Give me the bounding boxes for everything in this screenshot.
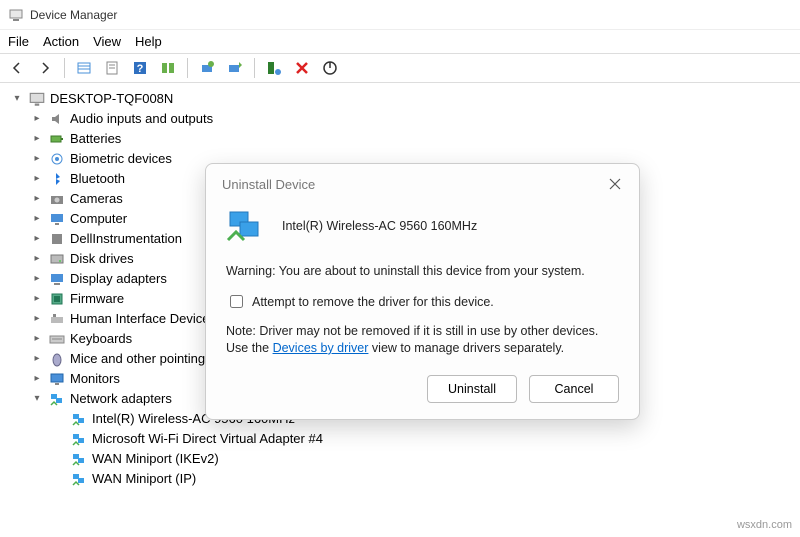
category-icon — [48, 290, 66, 308]
show-hidden-button[interactable] — [71, 56, 97, 80]
category-icon — [48, 170, 66, 188]
tree-device[interactable]: WAN Miniport (IP) — [46, 469, 800, 489]
expand-icon[interactable]: ▸ — [30, 309, 44, 329]
scan-hardware-button[interactable] — [194, 56, 220, 80]
uninstall-button[interactable]: Uninstall — [427, 375, 517, 403]
tree-root[interactable]: ▾ DESKTOP-TQF008N — [4, 89, 800, 109]
titlebar: Device Manager — [0, 0, 800, 30]
category-label: Computer — [70, 209, 127, 229]
category-label: Network adapters — [70, 389, 172, 409]
category-label: Keyboards — [70, 329, 132, 349]
window-title: Device Manager — [30, 8, 117, 22]
category-label: Bluetooth — [70, 169, 125, 189]
menu-help[interactable]: Help — [135, 34, 162, 49]
device-label: WAN Miniport (IP) — [92, 469, 196, 489]
category-label: Disk drives — [70, 249, 134, 269]
expand-icon[interactable]: ▸ — [30, 369, 44, 389]
category-label: Firmware — [70, 289, 124, 309]
collapse-icon[interactable]: ▾ — [10, 89, 24, 109]
expand-icon[interactable]: ▸ — [30, 109, 44, 129]
uninstall-device-button[interactable] — [289, 56, 315, 80]
toolbar-separator — [187, 58, 188, 78]
category-icon — [48, 130, 66, 148]
category-label: Batteries — [70, 129, 121, 149]
category-label: Audio inputs and outputs — [70, 109, 213, 129]
menu-action[interactable]: Action — [43, 34, 79, 49]
dialog-close-button[interactable] — [605, 174, 625, 194]
expand-icon[interactable]: ▾ — [30, 389, 44, 409]
watermark: wsxdn.com — [737, 519, 792, 531]
disable-device-button[interactable] — [317, 56, 343, 80]
note-suffix: view to manage drivers separately. — [368, 341, 564, 355]
menu-view[interactable]: View — [93, 34, 121, 49]
category-icon — [48, 370, 66, 388]
help-button[interactable]: ? — [127, 56, 153, 80]
category-icon — [48, 390, 66, 408]
resources-button[interactable] — [155, 56, 181, 80]
remove-driver-label: Attempt to remove the driver for this de… — [252, 295, 494, 309]
toolbar-separator — [64, 58, 65, 78]
forward-button[interactable] — [32, 56, 58, 80]
category-icon — [48, 150, 66, 168]
tree-device[interactable]: Microsoft Wi-Fi Direct Virtual Adapter #… — [46, 429, 800, 449]
category-icon — [48, 330, 66, 348]
toolbar-separator — [254, 58, 255, 78]
menubar: File Action View Help — [0, 30, 800, 53]
cancel-button[interactable]: Cancel — [529, 375, 619, 403]
network-adapter-icon — [70, 450, 88, 468]
category-label: DellInstrumentation — [70, 229, 182, 249]
tree-category[interactable]: ▸ Audio inputs and outputs — [24, 109, 800, 129]
dialog-note: Note: Driver may not be removed if it is… — [226, 323, 619, 357]
category-icon — [48, 110, 66, 128]
add-driver-button[interactable] — [261, 56, 287, 80]
category-label: Human Interface Devices — [70, 309, 216, 329]
expand-icon[interactable]: ▸ — [30, 189, 44, 209]
category-icon — [48, 230, 66, 248]
tree-category[interactable]: ▸ Batteries — [24, 129, 800, 149]
expand-icon[interactable]: ▸ — [30, 269, 44, 289]
category-icon — [48, 270, 66, 288]
network-adapter-icon — [226, 206, 266, 246]
tree-device[interactable]: WAN Miniport (IKEv2) — [46, 449, 800, 469]
uninstall-device-dialog: Uninstall Device Intel(R) Wireless-AC 95… — [205, 163, 640, 420]
expand-icon[interactable]: ▸ — [30, 209, 44, 229]
expand-icon[interactable]: ▸ — [30, 249, 44, 269]
tree-root-label: DESKTOP-TQF008N — [50, 89, 173, 109]
computer-icon — [28, 90, 46, 108]
network-adapter-icon — [70, 410, 88, 428]
dialog-title: Uninstall Device — [222, 177, 315, 192]
category-icon — [48, 190, 66, 208]
device-label: Microsoft Wi-Fi Direct Virtual Adapter #… — [92, 429, 323, 449]
category-label: Monitors — [70, 369, 120, 389]
back-button[interactable] — [4, 56, 30, 80]
expand-icon[interactable]: ▸ — [30, 149, 44, 169]
expand-icon[interactable]: ▸ — [30, 329, 44, 349]
category-label: Display adapters — [70, 269, 167, 289]
category-label: Cameras — [70, 189, 123, 209]
update-driver-button[interactable] — [222, 56, 248, 80]
network-adapter-icon — [70, 470, 88, 488]
category-label: Biometric devices — [70, 149, 172, 169]
svg-text:?: ? — [137, 63, 144, 75]
menu-file[interactable]: File — [8, 34, 29, 49]
app-icon — [8, 7, 24, 23]
remove-driver-checkbox[interactable] — [230, 295, 243, 308]
toolbar: ? — [0, 53, 800, 83]
category-icon — [48, 350, 66, 368]
dialog-warning-text: Warning: You are about to uninstall this… — [226, 264, 619, 278]
category-icon — [48, 250, 66, 268]
category-icon — [48, 310, 66, 328]
expand-icon[interactable]: ▸ — [30, 229, 44, 249]
dialog-device-name: Intel(R) Wireless-AC 9560 160MHz — [282, 219, 477, 233]
expand-icon[interactable]: ▸ — [30, 169, 44, 189]
expand-icon[interactable]: ▸ — [30, 129, 44, 149]
expand-icon[interactable]: ▸ — [30, 349, 44, 369]
device-label: WAN Miniport (IKEv2) — [92, 449, 219, 469]
network-adapter-icon — [70, 430, 88, 448]
expand-icon[interactable]: ▸ — [30, 289, 44, 309]
devices-by-driver-link[interactable]: Devices by driver — [273, 341, 369, 355]
properties-button[interactable] — [99, 56, 125, 80]
category-icon — [48, 210, 66, 228]
